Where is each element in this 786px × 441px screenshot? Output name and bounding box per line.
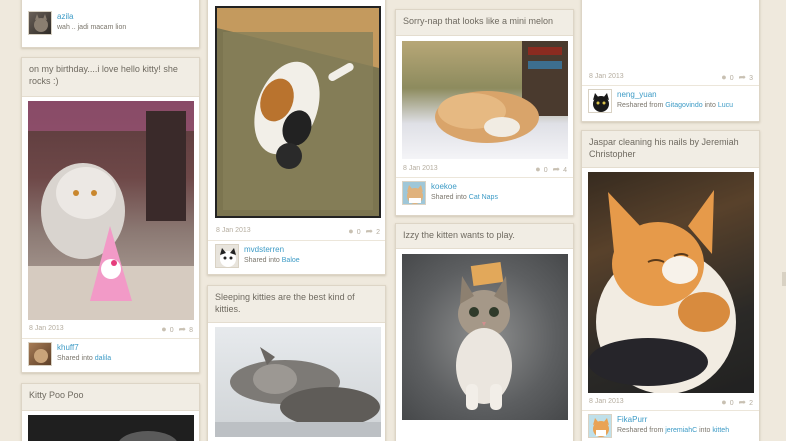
pin-user: azila wah .. jadi macam lion <box>28 11 198 37</box>
cat-avatar-icon <box>593 93 609 112</box>
pin-photo[interactable] <box>402 254 568 420</box>
comment-icon[interactable]: ● <box>721 73 726 82</box>
pin-card-jaspar: Jaspar cleaning his nails by Jeremiah Ch… <box>581 130 760 441</box>
repin-count: 3 <box>749 75 753 82</box>
pin-card-birthday: on my birthday....i love hello kitty! sh… <box>21 57 200 373</box>
board-link[interactable]: Lucu <box>718 102 733 109</box>
repin-count: 2 <box>749 400 753 407</box>
pin-photo[interactable] <box>402 41 568 159</box>
scrollbar-handle[interactable] <box>782 272 786 286</box>
avatar[interactable] <box>588 89 612 113</box>
source-user-link[interactable]: jeremiahC <box>665 427 697 434</box>
avatar[interactable] <box>402 181 426 205</box>
cat-avatar-icon <box>407 185 423 204</box>
pin-card-sleeping-kitties: Sleeping kitties are the best kind of ki… <box>207 285 386 441</box>
pin-user: FikaPurr Reshared from jeremiahC into ki… <box>588 414 758 440</box>
username[interactable]: FikaPurr <box>617 415 647 424</box>
cat-avatar-icon <box>34 14 48 32</box>
pin-date: 8 Jan 2013 <box>403 165 438 172</box>
username[interactable]: azila <box>57 12 73 21</box>
board-link[interactable]: Cat Naps <box>469 194 498 201</box>
pin-card-kitty-poo-poo: Kitty Poo Poo <box>21 383 200 441</box>
pin-meta: 8 Jan 2013 ● 0 ➦ 4 <box>403 165 567 175</box>
repin-icon[interactable]: ➦ <box>179 325 187 334</box>
pin-card-izzy: Izzy the kitten wants to play. <box>395 223 574 441</box>
pin-date: 8 Jan 2013 <box>29 325 64 332</box>
repin-count: 4 <box>563 167 567 174</box>
pin-user: neng_yuan Reshared from Gitagovindo into… <box>588 89 758 115</box>
board-link[interactable]: Baloe <box>282 257 300 264</box>
comment-icon[interactable]: ● <box>348 227 353 236</box>
comment-icon[interactable]: ● <box>721 398 726 407</box>
comment-count: 0 <box>356 229 361 236</box>
pin-meta <box>403 426 567 436</box>
pin-title: Sleeping kitties are the best kind of ki… <box>208 286 385 323</box>
napping-cat-image <box>435 41 568 143</box>
pin-title: Izzy the kitten wants to play. <box>396 224 573 249</box>
source-user-link[interactable]: Gitagovindo <box>665 102 702 109</box>
pin-date: 8 Jan 2013 <box>589 398 624 405</box>
shared-into: Shared into Cat Naps <box>431 194 498 201</box>
comment-count: 0 <box>543 167 548 174</box>
username[interactable]: koekoe <box>431 182 457 191</box>
pin-card-neng-yuan: 8 Jan 2013 ● 0 ➦ 3 neng_yuan Reshared from… <box>581 0 760 122</box>
repin-icon[interactable]: ➦ <box>366 227 374 236</box>
repin-icon[interactable]: ➦ <box>553 165 561 174</box>
avatar[interactable] <box>28 342 52 366</box>
cat-cleaning-paw-image <box>588 172 754 393</box>
pin-date: 8 Jan 2013 <box>216 227 251 234</box>
pin-photo[interactable] <box>215 6 381 218</box>
pin-card-tatami: 8 Jan 2013 ● 0 ➦ 2 mvdsterren Shared into … <box>207 0 386 275</box>
pin-photo[interactable] <box>28 415 194 441</box>
comment-count: 0 <box>729 400 734 407</box>
pin-title: Kitty Poo Poo <box>22 384 199 411</box>
cat-party-hat-image <box>28 101 194 320</box>
avatar[interactable] <box>588 414 612 438</box>
repin-count: 8 <box>189 327 193 334</box>
cat-on-tatami-image <box>217 8 379 216</box>
kitten-with-toy-image <box>456 262 512 410</box>
pin-meta: 8 Jan 2013 ● 0 ➦ 2 <box>216 227 380 237</box>
pin-meta: 8 Jan 2013 ● 0 ➦ 2 <box>589 398 753 408</box>
pin-card-melon: Sorry-nap that looks like a mini melon 8… <box>395 9 574 216</box>
pin-card-azila: azila wah .. jadi macam lion <box>21 0 200 48</box>
avatar[interactable] <box>215 244 239 268</box>
pin-user: khuff7 Shared into dalila <box>28 342 198 368</box>
board-link[interactable]: kitteh <box>712 427 729 434</box>
pin-photo[interactable] <box>588 172 754 393</box>
username[interactable]: mvdsterren <box>244 245 284 254</box>
pin-photo[interactable] <box>28 101 194 320</box>
comment-icon[interactable]: ● <box>161 325 166 334</box>
repin-count: 2 <box>376 229 380 236</box>
repin-icon[interactable]: ➦ <box>739 73 747 82</box>
comment-icon[interactable]: ● <box>535 165 540 174</box>
cat-avatar-icon <box>220 248 236 267</box>
board-link[interactable]: dalila <box>95 355 111 362</box>
pin-user: koekoe Shared into Cat Naps <box>402 181 572 207</box>
repin-icon[interactable]: ➦ <box>739 398 747 407</box>
comment-count: 0 <box>169 327 174 334</box>
reshared-from: Reshared from Gitagovindo into Lucu <box>617 102 733 109</box>
cat-avatar-icon <box>593 418 609 437</box>
shared-into: Shared into Baloe <box>244 257 300 264</box>
pin-title: on my birthday....i love hello kitty! sh… <box>22 58 199 97</box>
pin-date: 8 Jan 2013 <box>589 73 624 80</box>
reshared-from: Reshared from jeremiahC into kitteh <box>617 427 730 434</box>
username[interactable]: khuff7 <box>57 343 79 352</box>
pin-title: Sorry-nap that looks like a mini melon <box>396 10 573 36</box>
username[interactable]: neng_yuan <box>617 90 657 99</box>
pin-meta: 8 Jan 2013 ● 0 ➦ 8 <box>29 325 193 335</box>
cat-avatar-icon <box>34 349 48 363</box>
comment-count: 0 <box>729 75 734 82</box>
pin-user: mvdsterren Shared into Baloe <box>215 244 385 270</box>
avatar[interactable] <box>28 11 52 35</box>
comment-text: wah .. jadi macam lion <box>57 24 127 31</box>
sleeping-kittens-image <box>215 347 381 437</box>
pin-photo[interactable] <box>215 327 381 437</box>
pin-photo[interactable] <box>588 0 754 67</box>
pin-title: Jaspar cleaning his nails by Jeremiah Ch… <box>582 131 759 168</box>
pin-meta: 8 Jan 2013 ● 0 ➦ 3 <box>589 73 753 83</box>
shared-into: Shared into dalila <box>57 355 112 362</box>
